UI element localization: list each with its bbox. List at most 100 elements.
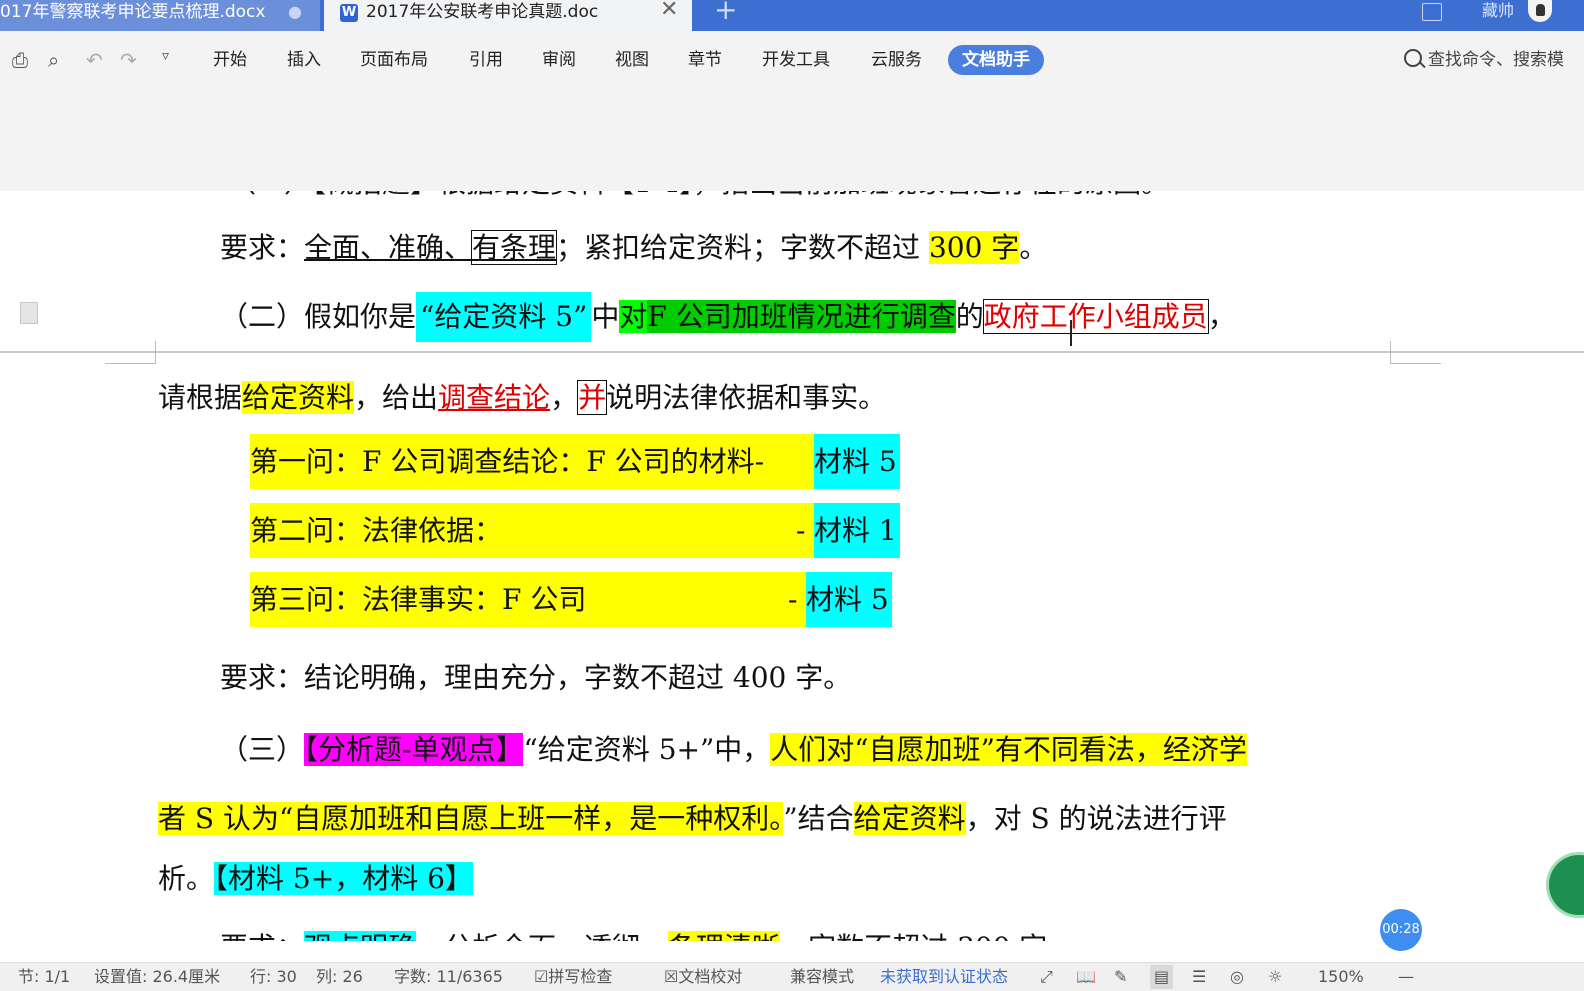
status-col[interactable]: 列: 26 bbox=[316, 965, 363, 989]
menu-view[interactable]: 视图 bbox=[615, 47, 649, 73]
highlight-given-material: 给定资料 bbox=[853, 802, 966, 835]
spell-check-label: 拼写检查 bbox=[548, 967, 613, 986]
sub-question-2: 第二问：法律依据： - 材料 1 bbox=[250, 503, 900, 558]
eye-protect-icon[interactable]: ☼ bbox=[1268, 965, 1282, 989]
tab-document-2[interactable]: W 2017年公安联考申论真题.doc ✕ bbox=[324, 0, 692, 31]
menu-references[interactable]: 引用 bbox=[469, 47, 503, 73]
edit-pen-icon[interactable]: ✎ bbox=[1114, 965, 1127, 989]
menu-insert[interactable]: 插入 bbox=[287, 47, 321, 73]
reading-mode-icon[interactable]: 📖 bbox=[1076, 965, 1096, 989]
wps-writer-icon: W bbox=[340, 4, 358, 22]
highlight-clear-structure: 条理清晰 bbox=[668, 931, 781, 941]
checkbox-icon: ☑ bbox=[534, 967, 549, 986]
req3-mid: ，分析全面，透彻， bbox=[416, 931, 668, 941]
fullscreen-icon[interactable]: ⤢ bbox=[1040, 965, 1053, 989]
highlight-clear-view: 观点明确 bbox=[304, 931, 417, 941]
q2-de: 的 bbox=[955, 300, 984, 333]
highlight-question-type: 【分析题-单观点】 bbox=[304, 733, 524, 766]
question-3-line-2: 者 S 认为“自愿加班和自愿上班一样，是一种权利。”结合给定资料，对 S 的说法… bbox=[158, 791, 1227, 846]
question-3-line-1: （三）【分析题-单观点】“给定资料 5+”中，人们对“自愿加班”有不同看法，经济… bbox=[220, 722, 1247, 777]
zoom-out-icon[interactable]: — bbox=[1398, 965, 1414, 989]
page-break-line bbox=[0, 351, 1584, 353]
menu-start[interactable]: 开始 bbox=[213, 47, 247, 73]
q3b-mid: ”结合 bbox=[783, 802, 854, 835]
status-row[interactable]: 行: 30 bbox=[250, 965, 297, 989]
q2b-mid: ，给出 bbox=[354, 381, 439, 414]
req-text: ；紧扣给定资料；字数不超过 bbox=[556, 231, 929, 264]
user-name[interactable]: 藏帅 bbox=[1482, 0, 1514, 22]
proof-icon: ☒ bbox=[664, 967, 679, 986]
crop-mark bbox=[1390, 341, 1441, 364]
requirement-3: 要求：观点明确，分析全面，透彻，条理清晰，字数不超过 300 字。 bbox=[220, 923, 1075, 941]
print-icon[interactable]: ⎙ bbox=[12, 48, 28, 72]
doc-proof-button[interactable]: ☒文档校对 bbox=[664, 965, 742, 989]
sub-question-3: 第三问：法律事实：F 公司 - 材料 5 bbox=[250, 572, 892, 627]
text-cursor bbox=[1070, 320, 1072, 346]
undo-icon[interactable]: ↶ bbox=[86, 48, 103, 72]
sub-q1-material: 材料 5 bbox=[814, 434, 900, 489]
q2b-rest: 说明法律依据和事实。 bbox=[606, 381, 887, 414]
q3b-rest: ，对 S 的说法进行评 bbox=[965, 802, 1227, 835]
unsaved-dot-icon: ● bbox=[288, 2, 302, 21]
highlight-quote: 者 S 认为“自愿加班和自愿上班一样，是一种权利。 bbox=[158, 802, 784, 835]
close-icon[interactable]: ✕ bbox=[660, 0, 678, 22]
quick-access-dropdown-icon[interactable]: ▿ bbox=[162, 48, 169, 64]
dash: - bbox=[788, 583, 798, 616]
document-canvas[interactable]: （一）【概括题】根据给定资料【1-4】，指出当前加班现象普遍存在的原因。 要求：… bbox=[0, 191, 1584, 941]
redo-icon[interactable]: ↷ bbox=[120, 48, 137, 72]
tab-title: 2017年公安联考申论真题.doc bbox=[366, 2, 599, 22]
search-placeholder: 查找命令、搜索模 bbox=[1428, 50, 1564, 70]
menu-review[interactable]: 审阅 bbox=[542, 47, 576, 73]
tab-title: 017年警察联考申论要点梳理.docx bbox=[0, 2, 266, 22]
auth-status-link[interactable]: 未获取到认证状态 bbox=[880, 965, 1020, 989]
sub-q3-highlight: 第三问：法律事实：F 公司 - bbox=[250, 572, 806, 627]
req2-text: 要求：结论明确，理由充分，字数不超过 400 字。 bbox=[220, 661, 852, 694]
highlight-dui: 对 bbox=[619, 300, 648, 333]
doc-proof-label: 文档校对 bbox=[678, 967, 743, 986]
outline-view-icon[interactable]: ☰ bbox=[1192, 965, 1206, 989]
q3c-prefix: 析。 bbox=[158, 862, 215, 895]
document-page-icon[interactable] bbox=[20, 302, 38, 324]
tab-bar: 017年警察联考申论要点梳理.docx ● W 2017年公安联考申论真题.do… bbox=[0, 0, 1584, 31]
avatar[interactable] bbox=[1528, 0, 1552, 22]
menu-section[interactable]: 章节 bbox=[688, 47, 722, 73]
menu-developer[interactable]: 开发工具 bbox=[762, 47, 830, 73]
menu-cloud[interactable]: 云服务 bbox=[871, 47, 922, 73]
window-layout-icon[interactable] bbox=[1422, 3, 1442, 21]
highlight-word-count: 300 字 bbox=[928, 231, 1020, 264]
print-preview-icon[interactable]: ⌕ bbox=[48, 48, 59, 72]
menu-page-layout[interactable]: 页面布局 bbox=[360, 47, 428, 73]
sub-question-1: 第一问：F 公司调查结论：F 公司的材料- 材料 5 bbox=[250, 434, 900, 489]
boxed-and: 并 bbox=[577, 380, 608, 415]
recording-timer[interactable]: 00:28 bbox=[1380, 909, 1422, 951]
tab-document-1[interactable]: 017年警察联考申论要点梳理.docx ● bbox=[0, 0, 320, 31]
zoom-level[interactable]: 150% bbox=[1318, 965, 1364, 989]
underlined-text: 全面、准确、 bbox=[304, 231, 473, 264]
compat-mode: 兼容模式 bbox=[790, 967, 855, 986]
sub-q3-text: 第三问：法律事实：F 公司 bbox=[250, 583, 587, 616]
menu-doc-assistant[interactable]: 文档助手 bbox=[948, 45, 1044, 75]
dash: - bbox=[796, 514, 806, 547]
highlight-given-material: 给定资料 bbox=[242, 381, 355, 414]
req-label: 要求： bbox=[220, 231, 305, 264]
web-view-icon[interactable]: ◎ bbox=[1230, 965, 1244, 989]
status-section[interactable]: 节: 1/1 bbox=[18, 965, 70, 989]
sub-q2-highlight: 第二问：法律依据： - bbox=[250, 503, 814, 558]
comma: ， bbox=[550, 381, 579, 414]
sub-q2-text: 第二问：法律依据： bbox=[250, 514, 503, 547]
new-tab-button[interactable]: + bbox=[714, 0, 737, 24]
highlight-investigation: F 公司加班情况进行调查 bbox=[647, 300, 956, 333]
status-word-count[interactable]: 字数: 11/6365 bbox=[394, 965, 503, 989]
sub-q1-text: 第一问：F 公司调查结论：F 公司的材料- bbox=[250, 434, 814, 489]
q3-prefix: （三） bbox=[220, 733, 305, 766]
highlight-views: 人们对“自愿加班”有不同看法，经济学 bbox=[770, 733, 1247, 766]
search-icon bbox=[1404, 49, 1422, 67]
ribbon-toolbar: ⎙ ⌕ ↶ ↷ ▿ 开始 插入 页面布局 引用 审阅 视图 章节 开发工具 云服… bbox=[0, 31, 1584, 191]
page-view-icon[interactable]: ▤ bbox=[1150, 965, 1174, 989]
status-setting[interactable]: 设置值: 26.4厘米 bbox=[94, 965, 220, 989]
search-box[interactable]: 查找命令、搜索模 bbox=[1404, 47, 1564, 73]
highlight-material-5: “给定资料 5” bbox=[416, 292, 592, 342]
q2-prefix: （二）假如你是 bbox=[220, 300, 417, 333]
spell-check-button[interactable]: ☑拼写检查 bbox=[534, 965, 612, 989]
sub-q3-material: 材料 5 bbox=[806, 572, 892, 627]
